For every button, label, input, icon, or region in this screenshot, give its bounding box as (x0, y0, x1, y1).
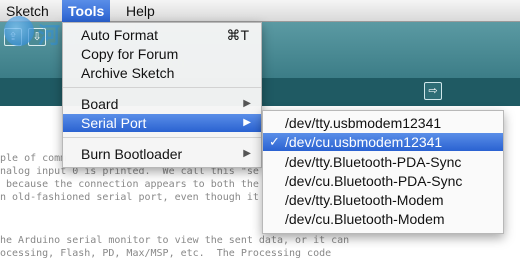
menu-item-archive-sketch[interactable]: Archive Sketch (63, 64, 261, 82)
menu-item-serial-port[interactable]: Serial Port ▶ (63, 114, 261, 132)
menu-sketch[interactable]: Sketch (0, 0, 55, 22)
tools-menu: Auto Format ⌘T Copy for Forum Archive Sk… (62, 22, 262, 168)
chevron-right-icon: ▶ (243, 98, 251, 109)
menu-item-board[interactable]: Board ▶ (63, 95, 261, 113)
menu-bar: Sketch Tools Help (0, 0, 520, 22)
code-line: ocessing, Flash, PD, Max/MSP, etc. The P… (0, 248, 332, 259)
port-label: /dev/tty.Bluetooth-PDA-Sync (285, 154, 462, 170)
port-label: /dev/cu.Bluetooth-Modem (285, 211, 445, 227)
checkmark-icon: ✓ (269, 134, 280, 149)
menu-item-burn-bootloader[interactable]: Burn Bootloader ▶ (63, 145, 261, 163)
menu-item-label: Board (81, 96, 119, 112)
code-line: n old-fashioned serial port, even though… (0, 192, 259, 203)
menu-help[interactable]: Help (120, 0, 161, 22)
code-line: ple of comm (0, 153, 67, 164)
menu-item-label: Burn Bootloader (81, 146, 183, 162)
serial-port-submenu: /dev/tty.usbmodem12341 ✓ /dev/cu.usbmode… (262, 110, 504, 234)
shortcut-label: ⌘T (226, 27, 249, 43)
serial-port-option[interactable]: /dev/cu.Bluetooth-PDA-Sync (263, 172, 503, 190)
menu-item-label: Serial Port (81, 115, 147, 131)
serial-port-option-selected[interactable]: ✓ /dev/cu.usbmodem12341 (263, 133, 503, 151)
menu-tools[interactable]: Tools (62, 0, 111, 22)
port-label: /dev/cu.Bluetooth-PDA-Sync (285, 173, 463, 189)
upload-icon[interactable]: ⇪ (4, 28, 22, 46)
port-label: /dev/tty.usbmodem12341 (285, 115, 442, 131)
menu-item-label: Copy for Forum (81, 46, 179, 62)
serial-port-option[interactable]: /dev/tty.Bluetooth-PDA-Sync (263, 153, 503, 171)
tab-menu-arrow-icon[interactable]: ⇨ (424, 82, 442, 100)
menu-separator (63, 87, 261, 88)
menu-item-copy-for-forum[interactable]: Copy for Forum (63, 45, 261, 63)
code-line: because the connection appears to both t… (0, 179, 259, 190)
serial-port-option[interactable]: /dev/cu.Bluetooth-Modem (263, 210, 503, 228)
menu-item-label: Auto Format (81, 27, 159, 43)
port-label: /dev/tty.Bluetooth-Modem (285, 192, 444, 208)
chevron-right-icon: ▶ (243, 117, 251, 128)
serial-port-option[interactable]: /dev/tty.usbmodem12341 (263, 114, 503, 132)
save-icon[interactable]: ⇩ (28, 28, 46, 46)
chevron-right-icon: ▶ (243, 148, 251, 159)
menu-item-auto-format[interactable]: Auto Format ⌘T (63, 26, 261, 44)
port-label: /dev/cu.usbmodem12341 (285, 134, 443, 150)
menu-separator (63, 137, 261, 138)
serial-port-option[interactable]: /dev/tty.Bluetooth-Modem (263, 191, 503, 209)
code-line: he Arduino serial monitor to view the se… (0, 235, 350, 246)
menu-item-label: Archive Sketch (81, 65, 175, 81)
